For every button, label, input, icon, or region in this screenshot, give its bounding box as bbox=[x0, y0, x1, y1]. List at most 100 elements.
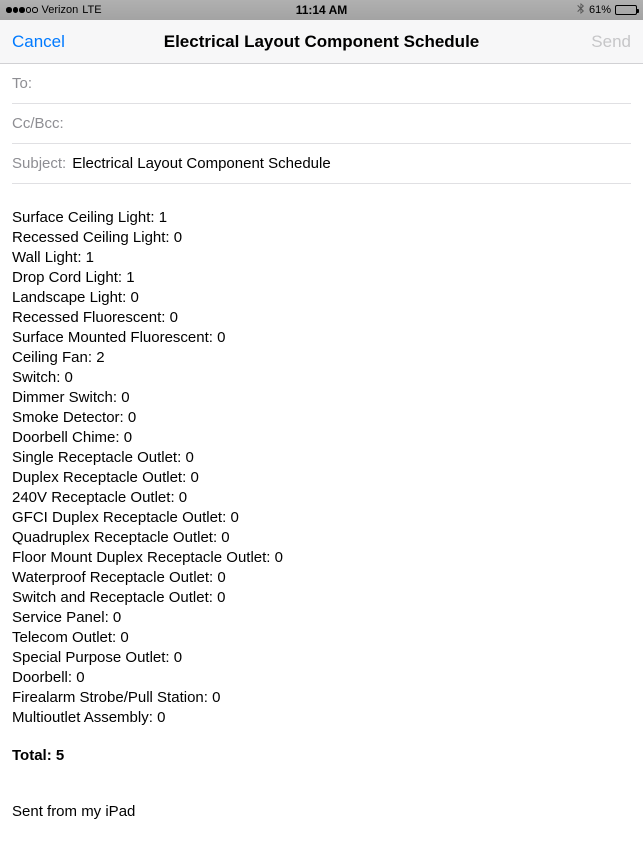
list-item: Switch and Receptacle Outlet: 0 bbox=[12, 588, 631, 608]
list-item: Doorbell: 0 bbox=[12, 668, 631, 688]
list-item-name: Single Receptacle Outlet bbox=[12, 449, 177, 466]
list-item-count: 0 bbox=[121, 389, 129, 406]
list-item: Recessed Ceiling Light: 0 bbox=[12, 228, 631, 248]
carrier-label: Verizon bbox=[42, 4, 79, 16]
list-item-count: 0 bbox=[170, 309, 178, 326]
list-item-name: Waterproof Receptacle Outlet bbox=[12, 569, 209, 586]
total-value: 5 bbox=[56, 747, 64, 764]
list-item-count: 0 bbox=[217, 589, 225, 606]
subject-field-row[interactable]: Subject: Electrical Layout Component Sch… bbox=[12, 144, 631, 184]
network-label: LTE bbox=[82, 4, 101, 16]
list-item-count: 1 bbox=[126, 269, 134, 286]
list-item-count: 0 bbox=[65, 369, 73, 386]
to-label: To: bbox=[12, 75, 32, 92]
list-item: Wall Light: 1 bbox=[12, 248, 631, 268]
list-item: Single Receptacle Outlet: 0 bbox=[12, 448, 631, 468]
list-item-count: 0 bbox=[128, 409, 136, 426]
list-item-name: Smoke Detector bbox=[12, 409, 120, 426]
status-left: Verizon LTE bbox=[6, 4, 102, 16]
list-item: Special Purpose Outlet: 0 bbox=[12, 648, 631, 668]
list-item-name: Telecom Outlet bbox=[12, 629, 112, 646]
list-item: GFCI Duplex Receptacle Outlet: 0 bbox=[12, 508, 631, 528]
list-item: Multioutlet Assembly: 0 bbox=[12, 708, 631, 728]
list-item-name: Doorbell bbox=[12, 669, 68, 686]
list-item-name: Service Panel bbox=[12, 609, 105, 626]
list-item-count: 0 bbox=[190, 469, 198, 486]
battery-icon bbox=[615, 5, 637, 15]
list-item: Surface Ceiling Light: 1 bbox=[12, 208, 631, 228]
list-item: Drop Cord Light: 1 bbox=[12, 268, 631, 288]
list-item: Service Panel: 0 bbox=[12, 608, 631, 628]
list-item-count: 0 bbox=[275, 549, 283, 566]
component-list: Surface Ceiling Light: 1Recessed Ceiling… bbox=[12, 208, 631, 728]
nav-title: Electrical Layout Component Schedule bbox=[164, 32, 480, 52]
status-right: 61% bbox=[577, 3, 637, 17]
list-item-count: 2 bbox=[96, 349, 104, 366]
list-item: 240V Receptacle Outlet: 0 bbox=[12, 488, 631, 508]
cc-bcc-field-row[interactable]: Cc/Bcc: bbox=[12, 104, 631, 144]
list-item-name: Switch bbox=[12, 369, 56, 386]
list-item: Firealarm Strobe/Pull Station: 0 bbox=[12, 688, 631, 708]
to-field-row[interactable]: To: bbox=[12, 64, 631, 104]
list-item-name: Special Purpose Outlet bbox=[12, 649, 165, 666]
cc-bcc-label: Cc/Bcc: bbox=[12, 115, 64, 132]
list-item-count: 0 bbox=[185, 449, 193, 466]
list-item: Smoke Detector: 0 bbox=[12, 408, 631, 428]
signal-strength-icon bbox=[6, 7, 38, 13]
list-item-name: Landscape Light bbox=[12, 289, 122, 306]
total-label: Total: bbox=[12, 747, 52, 764]
list-item: Landscape Light: 0 bbox=[12, 288, 631, 308]
list-item: Quadruplex Receptacle Outlet: 0 bbox=[12, 528, 631, 548]
list-item-name: Wall Light bbox=[12, 249, 77, 266]
list-item-count: 0 bbox=[212, 689, 220, 706]
list-item-count: 0 bbox=[221, 529, 229, 546]
list-item: Doorbell Chime: 0 bbox=[12, 428, 631, 448]
list-item: Ceiling Fan: 2 bbox=[12, 348, 631, 368]
email-body[interactable]: Surface Ceiling Light: 1Recessed Ceiling… bbox=[0, 184, 643, 834]
send-button[interactable]: Send bbox=[591, 32, 631, 52]
list-item-name: Drop Cord Light bbox=[12, 269, 118, 286]
list-item-count: 0 bbox=[217, 569, 225, 586]
list-item-name: Surface Mounted Fluorescent bbox=[12, 329, 209, 346]
list-item: Telecom Outlet: 0 bbox=[12, 628, 631, 648]
list-item: Recessed Fluorescent: 0 bbox=[12, 308, 631, 328]
list-item-count: 0 bbox=[76, 669, 84, 686]
list-item-count: 1 bbox=[86, 249, 94, 266]
list-item-name: Firealarm Strobe/Pull Station bbox=[12, 689, 204, 706]
bluetooth-icon bbox=[577, 3, 585, 17]
list-item-count: 0 bbox=[230, 509, 238, 526]
list-item-name: Duplex Receptacle Outlet bbox=[12, 469, 182, 486]
list-item: Surface Mounted Fluorescent: 0 bbox=[12, 328, 631, 348]
list-item-name: GFCI Duplex Receptacle Outlet bbox=[12, 509, 222, 526]
list-item-count: 0 bbox=[120, 629, 128, 646]
list-item-count: 0 bbox=[113, 609, 121, 626]
list-item: Floor Mount Duplex Receptacle Outlet: 0 bbox=[12, 548, 631, 568]
list-item-name: Dimmer Switch bbox=[12, 389, 113, 406]
list-item-count: 0 bbox=[157, 709, 165, 726]
list-item: Dimmer Switch: 0 bbox=[12, 388, 631, 408]
list-item-name: Recessed Fluorescent bbox=[12, 309, 161, 326]
list-item-name: Floor Mount Duplex Receptacle Outlet bbox=[12, 549, 266, 566]
list-item-name: Doorbell Chime bbox=[12, 429, 115, 446]
status-time: 11:14 AM bbox=[296, 3, 348, 17]
list-item-count: 0 bbox=[174, 229, 182, 246]
list-item-name: Ceiling Fan bbox=[12, 349, 88, 366]
list-item-count: 0 bbox=[130, 289, 138, 306]
list-item-name: Recessed Ceiling Light bbox=[12, 229, 165, 246]
list-item-name: Multioutlet Assembly bbox=[12, 709, 149, 726]
list-item-count: 1 bbox=[159, 209, 167, 226]
list-item-name: Quadruplex Receptacle Outlet bbox=[12, 529, 213, 546]
list-item-count: 0 bbox=[124, 429, 132, 446]
status-bar: Verizon LTE 11:14 AM 61% bbox=[0, 0, 643, 20]
subject-input[interactable]: Electrical Layout Component Schedule bbox=[72, 155, 631, 172]
subject-label: Subject: bbox=[12, 155, 66, 172]
list-item: Duplex Receptacle Outlet: 0 bbox=[12, 468, 631, 488]
list-item: Switch: 0 bbox=[12, 368, 631, 388]
email-signature: Sent from my iPad bbox=[12, 802, 631, 822]
list-item: Waterproof Receptacle Outlet: 0 bbox=[12, 568, 631, 588]
cancel-button[interactable]: Cancel bbox=[12, 32, 65, 52]
list-item-count: 0 bbox=[179, 489, 187, 506]
list-item-name: Switch and Receptacle Outlet bbox=[12, 589, 209, 606]
nav-bar: Cancel Electrical Layout Component Sched… bbox=[0, 20, 643, 64]
list-item-count: 0 bbox=[174, 649, 182, 666]
